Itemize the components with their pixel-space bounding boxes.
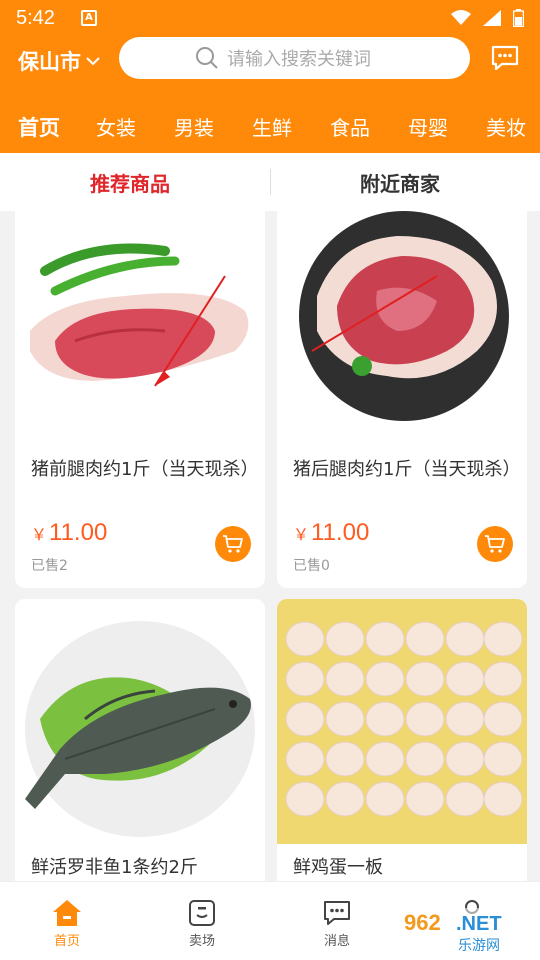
category-tabs: 首页 女装 男装 生鲜 食品 母婴 美妆 xyxy=(0,100,540,150)
product-image xyxy=(277,211,527,446)
product-card[interactable]: 猪前腿肉约1斤（当天现杀） ￥11.00 已售2 xyxy=(15,211,265,588)
header-row: 保山市 请输入搜索关键词 xyxy=(0,36,540,82)
search-input[interactable]: 请输入搜索关键词 xyxy=(119,37,470,79)
search-icon xyxy=(196,47,218,69)
home-icon xyxy=(53,900,81,926)
sold-count: 已售0 xyxy=(293,558,330,574)
sold-count: 已售2 xyxy=(31,558,68,574)
svg-text:.NET: .NET xyxy=(456,913,502,935)
product-name: 鲜活罗非鱼1条约2斤 xyxy=(31,857,198,878)
nav-messages-label: 消息 xyxy=(323,934,350,949)
store-icon xyxy=(189,900,215,926)
price-symbol: ￥ xyxy=(31,525,48,544)
a-icon: A xyxy=(80,10,97,26)
status-time: 5:42 xyxy=(16,6,55,29)
sub-tabs: 推荐商品 附近商家 xyxy=(0,153,540,211)
product-name: 猪后腿肉约1斤（当天现杀） xyxy=(293,459,521,480)
tab-fresh[interactable]: 生鲜 xyxy=(252,112,292,141)
wifi-icon xyxy=(451,10,471,25)
nav-home[interactable]: 首页 xyxy=(27,896,107,949)
cart-icon xyxy=(485,535,505,553)
message-button[interactable] xyxy=(490,44,520,76)
product-image xyxy=(277,599,527,844)
watermark-logo: 962 .NET 乐游网 xyxy=(400,908,531,954)
city-label: 保山市 xyxy=(18,50,81,74)
product-card[interactable]: 鲜鸡蛋一板 xyxy=(277,599,527,881)
tab-nearby[interactable]: 附近商家 xyxy=(360,168,440,197)
status-icons xyxy=(451,9,524,27)
city-selector[interactable]: 保山市 xyxy=(18,46,101,76)
add-to-cart-button[interactable] xyxy=(215,526,251,562)
chevron-down-icon xyxy=(86,57,100,66)
product-card[interactable]: 猪后腿肉约1斤（当天现杀） ￥11.00 已售0 xyxy=(277,211,527,588)
price-symbol: ￥ xyxy=(293,525,310,544)
tab-baby[interactable]: 母婴 xyxy=(408,112,448,141)
product-name: 鲜鸡蛋一板 xyxy=(293,857,383,878)
battery-icon xyxy=(513,9,524,27)
nav-mall-label: 卖场 xyxy=(188,934,215,949)
price-value: 11.00 xyxy=(49,519,108,546)
status-bar: 5:42 A xyxy=(0,0,540,36)
product-grid: 猪前腿肉约1斤（当天现杀） ￥11.00 已售2 猪后腿肉约1斤（当天现杀） ￥… xyxy=(0,211,540,881)
top-bar: 5:42 A 保山市 请输入搜索关键词 首页 女装 男装 生鲜 食品 母婴 美妆 xyxy=(0,0,540,153)
product-name: 猪前腿肉约1斤（当天现杀） xyxy=(31,459,259,480)
nav-mall[interactable]: 卖场 xyxy=(162,896,242,949)
tab-beauty[interactable]: 美妆 xyxy=(486,112,526,141)
price-value: 11.00 xyxy=(311,519,370,546)
divider xyxy=(270,169,271,195)
search-placeholder: 请输入搜索关键词 xyxy=(227,49,371,70)
product-price: ￥11.00 xyxy=(293,519,369,547)
svg-text:乐游网: 乐游网 xyxy=(458,938,500,954)
product-image xyxy=(15,211,265,446)
tab-recommended[interactable]: 推荐商品 xyxy=(90,168,170,197)
chat-icon xyxy=(491,45,519,71)
svg-text:962: 962 xyxy=(404,910,441,935)
product-card[interactable]: 鲜活罗非鱼1条约2斤 xyxy=(15,599,265,881)
tab-food[interactable]: 食品 xyxy=(330,112,370,141)
cart-icon xyxy=(223,535,243,553)
chat-icon xyxy=(324,901,350,925)
product-price: ￥11.00 xyxy=(31,519,107,547)
tab-women[interactable]: 女装 xyxy=(96,112,136,141)
product-image xyxy=(15,599,265,844)
signal-icon xyxy=(483,10,501,26)
tab-home[interactable]: 首页 xyxy=(18,112,60,142)
nav-messages[interactable]: 消息 xyxy=(297,896,377,949)
add-to-cart-button[interactable] xyxy=(477,526,513,562)
tab-men[interactable]: 男装 xyxy=(174,112,214,141)
nav-home-label: 首页 xyxy=(53,934,80,949)
